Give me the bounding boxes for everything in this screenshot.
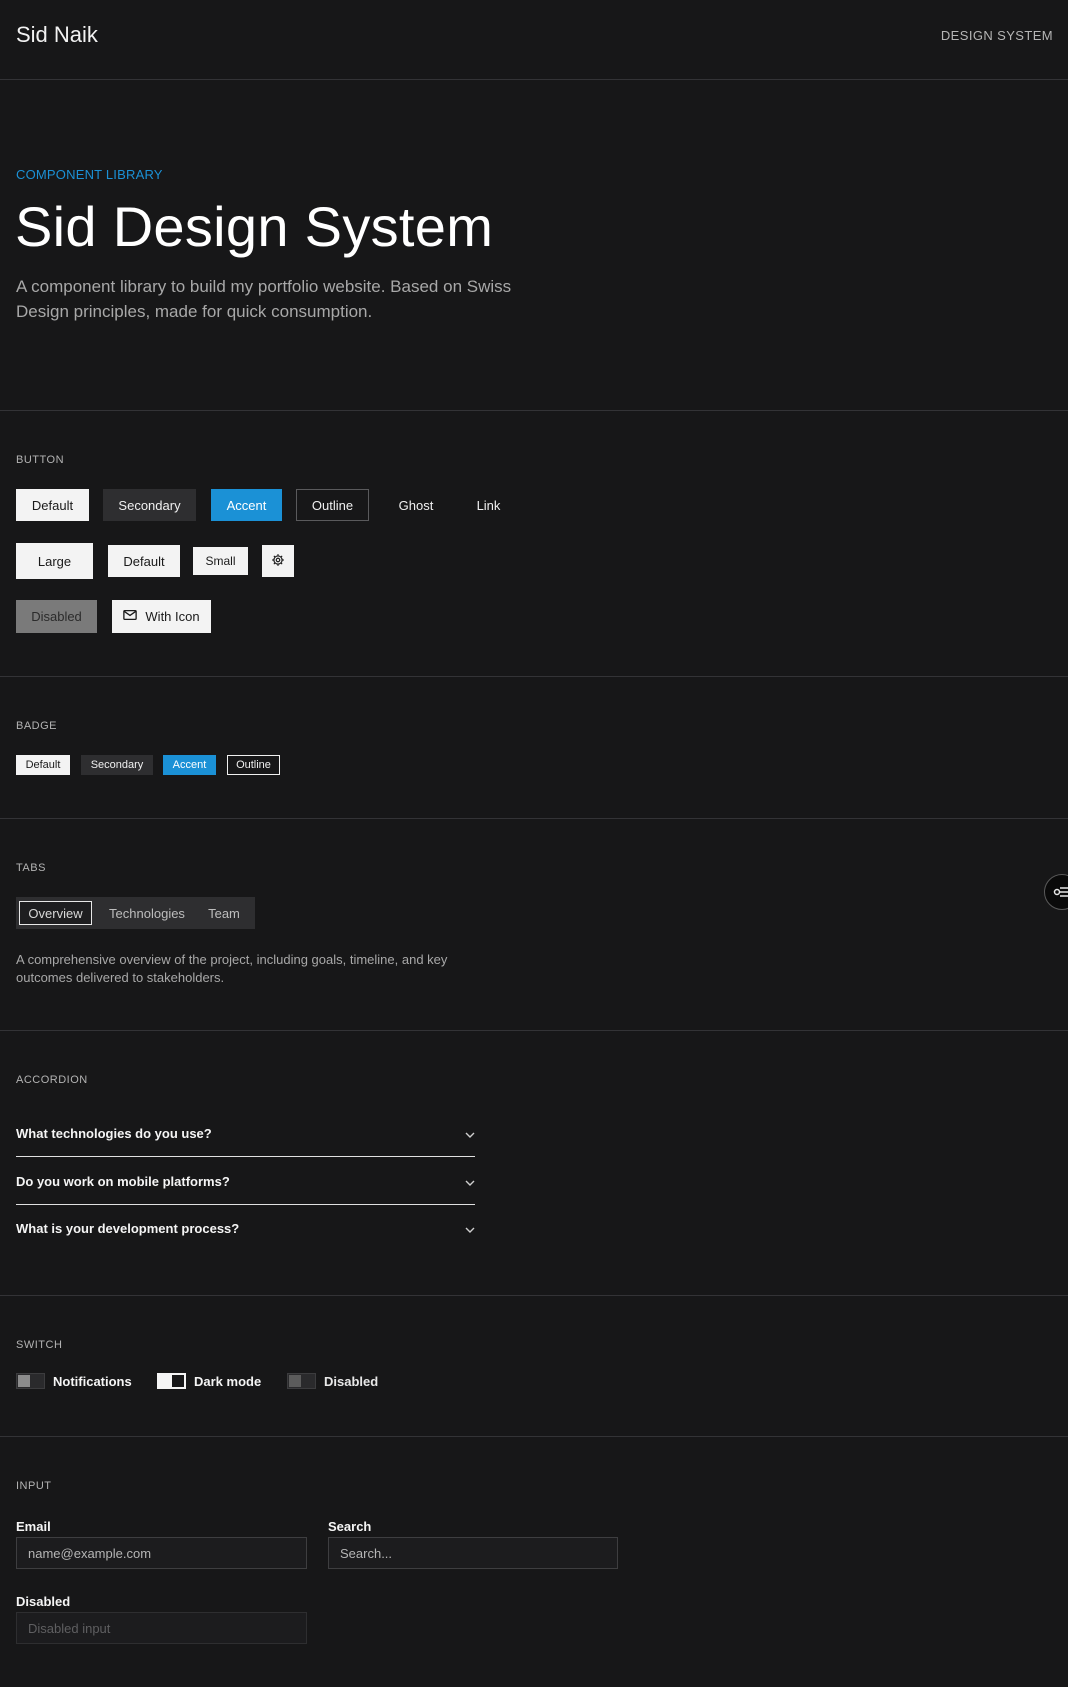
button-disabled[interactable]: Disabled [16, 600, 97, 633]
email-label: Email [16, 1519, 51, 1534]
section-label-button: BUTTON [16, 454, 65, 466]
section-divider [0, 818, 1068, 819]
switch-knob [18, 1375, 30, 1387]
section-label-badge: BADGE [16, 720, 58, 732]
button-secondary[interactable]: Secondary [103, 489, 196, 521]
switch-label: Disabled [324, 1373, 379, 1389]
switch-knob [172, 1375, 184, 1387]
hero-eyebrow: COMPONENT LIBRARY [16, 167, 163, 182]
accordion-item[interactable]: What is your development process? [16, 1207, 475, 1249]
brand-name[interactable]: Sid Naik [16, 22, 98, 48]
accordion-question: Do you work on mobile platforms? [16, 1173, 230, 1189]
tab-team[interactable]: Team [202, 901, 246, 925]
disabled-input-label: Disabled [16, 1594, 71, 1609]
tab-technologies[interactable]: Technologies [102, 901, 192, 925]
floating-toolbar-button[interactable] [1044, 874, 1068, 910]
button-link[interactable]: Link [462, 489, 515, 521]
badge-outline: Outline [227, 755, 280, 775]
section-label-switch: SWITCH [16, 1339, 63, 1351]
section-divider [0, 410, 1068, 411]
tabs-list: Overview Technologies Team [16, 897, 255, 929]
section-label-tabs: TABS [16, 862, 46, 874]
header-divider [0, 79, 1068, 80]
switch-notifications[interactable] [16, 1373, 45, 1389]
nav-link-design-system[interactable]: DESIGN SYSTEM [941, 28, 1053, 43]
switch-dark-mode-group: Dark mode [157, 1373, 261, 1389]
accordion-divider [16, 1156, 475, 1157]
button-outline[interactable]: Outline [296, 489, 369, 521]
section-label-accordion: ACCORDION [16, 1074, 88, 1086]
section-label-input: INPUT [16, 1480, 52, 1492]
mail-icon [123, 609, 138, 624]
badge-default: Default [16, 755, 70, 775]
search-label: Search [328, 1519, 372, 1534]
button-ghost[interactable]: Ghost [384, 489, 448, 521]
button-size-default[interactable]: Default [108, 545, 180, 577]
accordion-item[interactable]: Do you work on mobile platforms? [16, 1160, 475, 1202]
switch-label: Dark mode [194, 1373, 262, 1389]
button-icon[interactable] [262, 545, 294, 577]
button-small[interactable]: Small [193, 547, 248, 575]
switch-disabled-group: Disabled [287, 1373, 378, 1389]
button-default[interactable]: Default [16, 489, 89, 521]
chevron-down-icon [465, 1221, 475, 1236]
section-divider [0, 1295, 1068, 1296]
chevron-down-icon [465, 1126, 475, 1141]
accordion-divider [16, 1204, 475, 1205]
button-accent[interactable]: Accent [211, 489, 282, 521]
switch-notifications-group: Notifications [16, 1373, 132, 1389]
settings-icon [271, 553, 285, 570]
toolbar-icon [1053, 883, 1068, 902]
page-title: Sid Design System [15, 195, 494, 258]
chevron-down-icon [465, 1174, 475, 1189]
email-field[interactable] [16, 1537, 307, 1569]
section-divider [0, 1436, 1068, 1437]
disabled-input[interactable] [16, 1612, 307, 1644]
section-divider [0, 676, 1068, 677]
hero-description: A component library to build my portfoli… [16, 277, 512, 321]
accordion-question: What is your development process? [16, 1220, 240, 1236]
accordion-item[interactable]: What technologies do you use? [16, 1112, 475, 1154]
section-divider [0, 1030, 1068, 1031]
badge-secondary: Secondary [81, 755, 153, 775]
button-with-icon[interactable]: With Icon [112, 600, 211, 633]
switch-disabled[interactable] [287, 1373, 316, 1389]
accordion-question: What technologies do you use? [16, 1125, 212, 1141]
switch-knob [289, 1375, 301, 1387]
tab-overview[interactable]: Overview [19, 901, 92, 925]
button-large[interactable]: Large [16, 543, 93, 579]
search-input[interactable] [328, 1537, 618, 1569]
tab-panel-content: A comprehensive overview of the project,… [16, 952, 448, 985]
switch-label: Notifications [53, 1373, 132, 1389]
switch-dark-mode[interactable] [157, 1373, 186, 1389]
button-with-icon-label: With Icon [145, 609, 200, 624]
badge-accent: Accent [163, 755, 216, 775]
